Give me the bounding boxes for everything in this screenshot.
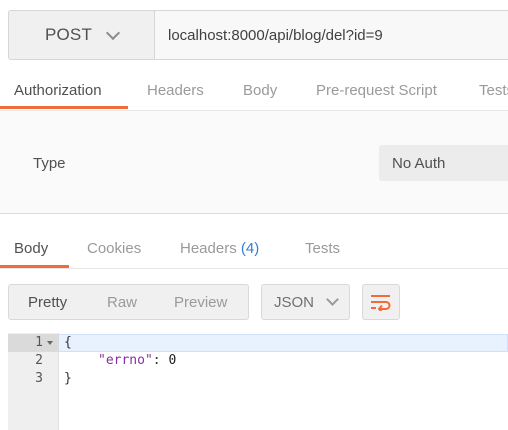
- view-raw-button[interactable]: Raw: [107, 294, 137, 311]
- format-value: JSON: [274, 293, 315, 311]
- response-tab-cookies[interactable]: Cookies: [87, 240, 141, 257]
- code-line: "errno": 0: [98, 353, 176, 368]
- tab-body[interactable]: Body: [243, 82, 277, 99]
- tab-authorization[interactable]: Authorization: [14, 82, 102, 99]
- auth-type-value: No Auth: [392, 154, 446, 172]
- chevron-down-icon: [326, 293, 339, 306]
- json-value: 0: [168, 353, 177, 368]
- view-pretty-button[interactable]: Pretty: [28, 294, 67, 311]
- tab-pre-request-script[interactable]: Pre-request Script: [316, 82, 437, 99]
- format-select[interactable]: JSON: [261, 284, 350, 320]
- active-tab-indicator: [0, 106, 128, 109]
- wrap-lines-icon: [371, 295, 391, 311]
- view-preview-button[interactable]: Preview: [174, 294, 227, 311]
- json-separator: :: [152, 353, 169, 368]
- url-input[interactable]: localhost:8000/api/blog/del?id=9: [154, 10, 508, 60]
- response-tab-headers-label: Headers: [180, 240, 237, 257]
- active-line-highlight: [8, 334, 508, 352]
- response-tab-headers[interactable]: Headers (4): [180, 240, 259, 257]
- auth-type-select[interactable]: No Auth: [379, 145, 508, 181]
- json-key: "errno": [98, 353, 153, 368]
- code-line: {: [64, 335, 72, 350]
- line-number: 3: [35, 371, 43, 386]
- fold-arrow-icon[interactable]: [47, 341, 53, 345]
- tab-headers[interactable]: Headers: [147, 82, 204, 99]
- chevron-down-icon: [105, 25, 121, 40]
- wrap-lines-button[interactable]: [362, 284, 400, 320]
- method-select[interactable]: POST: [8, 10, 154, 60]
- request-tabs: Authorization Headers Body Pre-request S…: [0, 70, 508, 110]
- headers-count-badge: (4): [240, 240, 260, 257]
- divider: [0, 268, 508, 269]
- view-mode-group: Pretty Raw Preview: [8, 284, 249, 320]
- line-number: 2: [35, 353, 43, 368]
- line-number: 1: [35, 335, 43, 350]
- tab-tests[interactable]: Tests: [479, 82, 508, 99]
- method-label: POST: [44, 25, 93, 44]
- response-tab-tests[interactable]: Tests: [305, 240, 340, 257]
- divider: [0, 213, 508, 214]
- code-line: }: [64, 371, 72, 386]
- response-tab-body[interactable]: Body: [14, 240, 48, 257]
- type-label: Type: [33, 155, 66, 172]
- url-text: localhost:8000/api/blog/del?id=9: [168, 26, 383, 44]
